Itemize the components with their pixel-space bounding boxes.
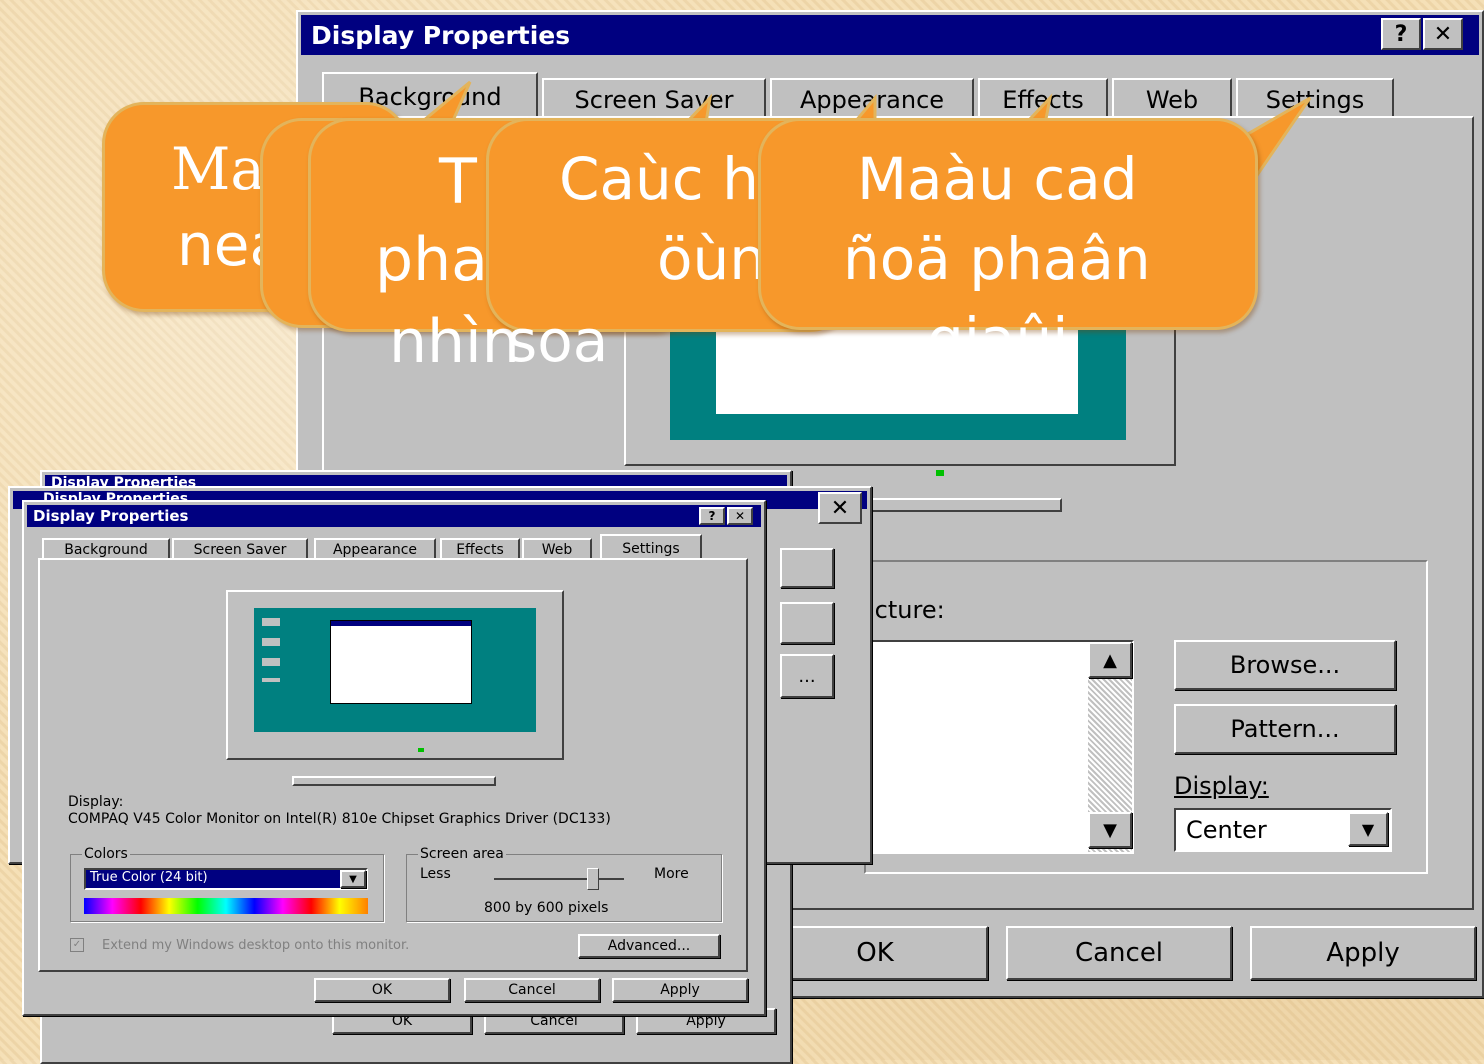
window-title: Display Properties xyxy=(311,21,571,50)
callout-text: T xyxy=(439,145,477,218)
scroll-down-button[interactable]: ▼ xyxy=(1088,812,1132,848)
settings-window: Display Properties ? ✕ Background Screen… xyxy=(22,500,766,1016)
browse-button[interactable]: Browse... xyxy=(1174,640,1396,690)
monitor-stand xyxy=(292,776,496,786)
screen-area-label: Screen area xyxy=(418,846,506,862)
callout-text: pha xyxy=(375,225,488,295)
monitor-preview xyxy=(624,312,1176,476)
colors-group-label: Colors xyxy=(82,846,130,862)
tab-effects[interactable]: Effects xyxy=(978,78,1108,120)
title-bar: Display Properties ? ✕ xyxy=(27,505,761,527)
advanced-button[interactable]: Advanced... xyxy=(578,934,720,958)
tab-effects[interactable]: Effects xyxy=(440,538,520,560)
pattern-button[interactable]: Pattern... xyxy=(1174,704,1396,754)
close-button[interactable]: ✕ xyxy=(727,507,753,525)
colors-select-value: True Color (24 bit) xyxy=(90,870,208,885)
resolution-slider-track[interactable] xyxy=(494,868,624,890)
tab-screen-saver[interactable]: Screen Saver xyxy=(542,78,766,120)
colors-select[interactable]: True Color (24 bit) ▼ xyxy=(84,868,368,890)
arrow-down-icon: ▼ xyxy=(1103,819,1117,841)
apply-button[interactable]: Apply xyxy=(612,978,748,1002)
resolution-slider-thumb[interactable] xyxy=(586,868,599,890)
callout-text: Ma xyxy=(171,135,265,203)
ok-button[interactable]: OK xyxy=(762,926,988,980)
power-light xyxy=(418,748,424,752)
tab-appearance[interactable]: Appearance xyxy=(314,538,436,560)
callout-text: öùn xyxy=(657,225,767,293)
tab-web[interactable]: Web xyxy=(522,538,592,560)
pattern-button-label: Pattern... xyxy=(1230,715,1340,743)
title-bar: Display Properties ? ✕ xyxy=(301,15,1479,55)
back-button-3[interactable]: ... xyxy=(780,654,834,698)
apply-button[interactable]: Apply xyxy=(1250,926,1476,980)
tab-screen-saver[interactable]: Screen Saver xyxy=(172,538,308,560)
monitor-preview xyxy=(226,590,564,760)
extend-checkbox[interactable]: ✓ xyxy=(70,938,84,952)
callout-text: ñoä phaân xyxy=(843,225,1151,293)
close-button[interactable]: ✕ xyxy=(818,492,862,524)
display-select-value: Center xyxy=(1186,816,1267,844)
cancel-button[interactable]: Cancel xyxy=(464,978,600,1002)
display-label: Display: xyxy=(1174,772,1269,800)
more-label: More xyxy=(654,866,689,882)
help-button[interactable]: ? xyxy=(699,507,725,525)
tab-background[interactable]: Background xyxy=(42,538,170,560)
list-scrollbar[interactable]: ▲ ▼ xyxy=(1088,642,1132,852)
window-title: Display Properties xyxy=(33,507,189,525)
tab-settings[interactable]: Settings xyxy=(1236,78,1394,120)
ok-button[interactable]: OK xyxy=(314,978,450,1002)
display-label: Display: xyxy=(68,794,124,810)
resolution-value: 800 by 600 pixels xyxy=(484,900,609,916)
back-button-2[interactable] xyxy=(780,602,834,644)
callout-5: Maàu cad ñoä phaân giaûi xyxy=(758,118,1258,373)
cancel-button[interactable]: Cancel xyxy=(1006,926,1232,980)
display-value: COMPAQ V45 Color Monitor on Intel(R) 810… xyxy=(68,811,611,827)
close-button[interactable]: ✕ xyxy=(1423,18,1463,50)
browse-button-label: Browse... xyxy=(1229,651,1341,679)
callout-text: soa xyxy=(507,307,609,375)
wallpaper-label: icture: xyxy=(868,596,945,624)
arrow-up-icon: ▲ xyxy=(1103,649,1117,671)
chevron-down-icon[interactable]: ▼ xyxy=(340,870,366,888)
callout-text: Maàu cad xyxy=(857,145,1138,213)
tab-web[interactable]: Web xyxy=(1112,78,1232,120)
callout-text: giaûi xyxy=(927,305,1069,373)
tab-appearance[interactable]: Appearance xyxy=(770,78,974,120)
extend-checkbox-label: Extend my Windows desktop onto this moni… xyxy=(102,938,410,953)
help-button[interactable]: ? xyxy=(1381,18,1421,50)
display-select[interactable]: Center ▼ xyxy=(1174,808,1392,852)
back-button-1[interactable] xyxy=(780,548,834,588)
scroll-up-button[interactable]: ▲ xyxy=(1088,642,1132,678)
chevron-down-icon[interactable]: ▼ xyxy=(1348,812,1388,846)
callout-text: Caùc h xyxy=(559,145,759,213)
desktop-preview xyxy=(254,608,536,740)
taskbar xyxy=(254,732,536,740)
color-spectrum xyxy=(84,898,368,914)
desktop-icons xyxy=(262,618,280,682)
power-light xyxy=(936,470,944,476)
preview-window xyxy=(330,620,472,704)
less-label: Less xyxy=(420,866,451,882)
